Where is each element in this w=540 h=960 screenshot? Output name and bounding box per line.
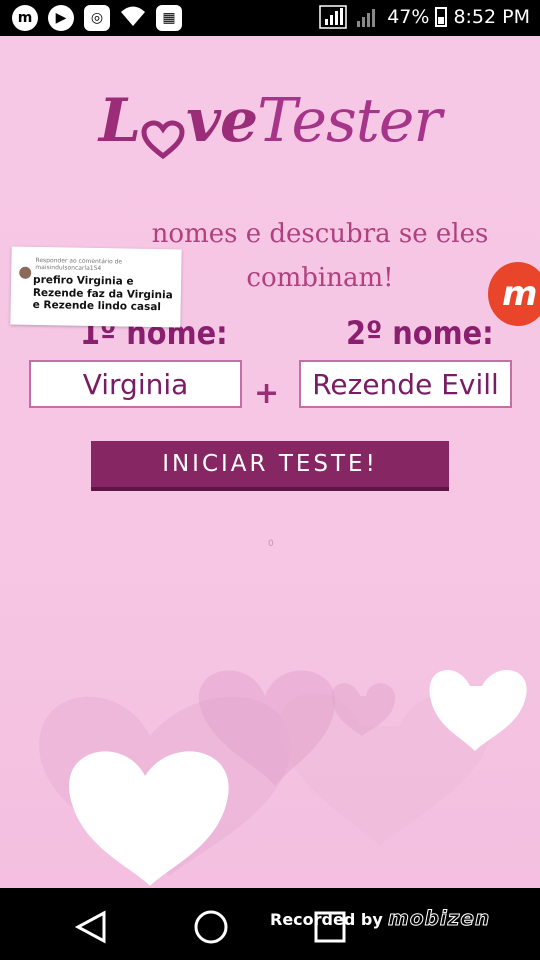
logo-tester: Tester [257, 86, 442, 156]
battery-percent: 47% [387, 6, 430, 28]
battery-icon [435, 7, 448, 27]
logo-love-suffix: ve [186, 86, 258, 156]
second-name-input[interactable]: Rezende Evill [299, 360, 512, 408]
instruction-line-2: combinam! [246, 263, 394, 293]
first-name-input[interactable]: Virginia [29, 360, 242, 408]
recorded-by-label: Recorded by [270, 910, 383, 929]
instruction-line-1: nomes e descubra se eles [151, 219, 489, 249]
comment-text: prefiro Virginia e Rezende faz da Virgin… [32, 273, 173, 314]
start-test-button[interactable]: INICIAR TESTE! [91, 441, 449, 491]
instruction-text: nomes e descubra se eles combinam! [150, 212, 490, 300]
comment-meta: Responder ao comentário de maisindulsonc… [35, 256, 123, 273]
logo-love-prefix: L [98, 86, 141, 156]
status-bar: m ▶ ◎ ▦ 47% 8:52 PM [0, 0, 540, 36]
back-icon[interactable] [74, 910, 108, 944]
signal-2-icon [357, 9, 376, 27]
mobizen-watermark: mobizen [387, 906, 491, 931]
clock: 8:52 PM [453, 6, 530, 28]
mobizen-notification-icon: m [12, 5, 38, 31]
heart-icon [140, 105, 186, 160]
signal-icon [319, 5, 347, 29]
wifi-icon [120, 4, 146, 32]
mobizen-floating-button[interactable]: m [488, 262, 540, 326]
love-tester-page: LveTester nomes e descubra se eles combi… [0, 36, 540, 888]
youtube-icon: ▶ [48, 5, 74, 31]
love-tester-logo: LveTester [0, 86, 540, 160]
gallery-icon: ▦ [156, 5, 182, 31]
second-name-label: 2º nome: [346, 314, 494, 352]
plus-icon: + [254, 376, 280, 411]
reply-comment-sticker: Responder ao comentário de maisindulsonc… [10, 246, 182, 328]
loading-indicator: 0 [268, 539, 274, 549]
home-icon[interactable] [193, 909, 229, 945]
instagram-icon: ◎ [84, 5, 110, 31]
avatar [19, 266, 32, 279]
